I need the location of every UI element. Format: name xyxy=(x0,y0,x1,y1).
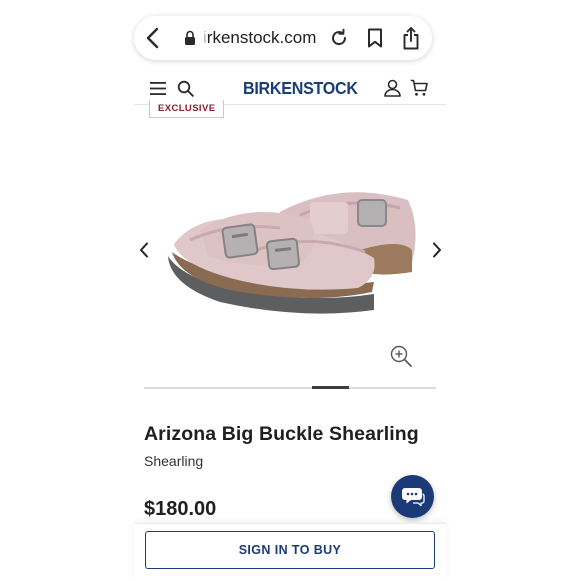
hamburger-menu-icon[interactable] xyxy=(150,82,166,95)
share-icon[interactable] xyxy=(402,26,420,50)
product-title: Arizona Big Buckle Shearling xyxy=(144,423,419,445)
cart-icon[interactable] xyxy=(410,79,428,97)
product-material: Shearling xyxy=(144,453,204,469)
exclusive-badge: EXCLUSIVE xyxy=(149,100,225,118)
carousel-scroll-thumb[interactable] xyxy=(312,386,350,389)
site-logo[interactable]: BIRKENSTOCK xyxy=(243,78,358,99)
url-domain: rkenstock.com xyxy=(206,28,317,47)
url-text[interactable]: irkenstock.com xyxy=(203,28,316,48)
search-icon[interactable] xyxy=(177,80,194,97)
lock-icon xyxy=(185,30,195,45)
chat-button[interactable] xyxy=(391,475,434,518)
carousel-next-icon[interactable] xyxy=(430,241,444,259)
bookmark-icon[interactable] xyxy=(366,28,384,48)
product-image xyxy=(168,192,416,314)
user-icon[interactable] xyxy=(384,79,401,97)
sign-in-to-buy-button[interactable]: SIGN IN TO BUY xyxy=(145,531,435,569)
product-price: $180.00 xyxy=(144,498,217,520)
chevron-left-icon[interactable] xyxy=(143,27,163,49)
carousel-scroll-track[interactable] xyxy=(144,387,436,389)
reload-icon[interactable] xyxy=(329,28,349,48)
chat-icon xyxy=(401,487,425,506)
zoom-in-icon[interactable] xyxy=(389,344,413,368)
carousel-prev-icon[interactable] xyxy=(137,241,151,259)
